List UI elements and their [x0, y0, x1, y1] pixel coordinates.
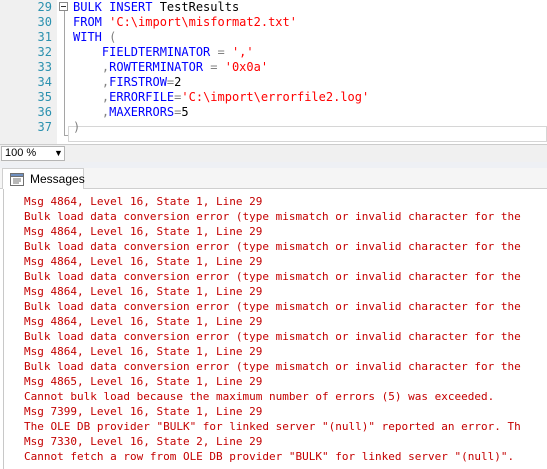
message-line: Bulk load data conversion error (type mi… — [24, 360, 521, 373]
code-line[interactable]: 36 ,MAXERRORS=5 — [0, 105, 547, 120]
code-token: 'C:\import\misformat2.txt' — [109, 15, 297, 29]
message-line: Msg 7399, Level 16, State 1, Line 29 — [24, 405, 263, 418]
message-line: Msg 4864, Level 16, State 1, Line 29 — [24, 255, 263, 268]
zoom-bar: 100 % ▼ — [0, 144, 547, 162]
code-line[interactable]: 34 ,FIRSTROW=2 — [0, 75, 547, 90]
messages-pane[interactable]: Msg 4864, Level 16, State 1, Line 29 Bulk… — [0, 189, 547, 469]
line-number: 36 — [37, 105, 52, 119]
code-text: ,MAXERRORS=5 — [73, 105, 189, 120]
code-line[interactable]: 37) — [0, 120, 547, 135]
line-number: 29 — [37, 0, 52, 14]
message-line: Bulk load data conversion error (type mi… — [24, 210, 521, 223]
code-text: ,ERRORFILE='C:\import\errorfile2.log' — [73, 90, 369, 105]
code-token: '0x0a' — [224, 60, 269, 74]
message-line: Bulk load data conversion error (type mi… — [24, 240, 521, 253]
code-token: MAXERRORS — [109, 105, 175, 119]
message-line: The OLE DB provider "BULK" for linked se… — [24, 420, 521, 433]
zoom-dropdown[interactable]: 100 % ▼ — [1, 146, 65, 161]
message-line: Msg 7330, Level 16, State 2, Line 29 — [24, 435, 263, 448]
message-line: Cannot bulk load because the maximum num… — [24, 390, 495, 403]
zoom-value: 100 % — [5, 147, 37, 159]
message-line: Msg 4864, Level 16, State 1, Line 29 — [24, 285, 263, 298]
code-text: FIELDTERMINATOR = ',' — [73, 45, 254, 60]
code-token: , — [73, 60, 110, 74]
code-token: 2 — [174, 75, 182, 89]
code-text: BULK INSERT TestResults — [73, 0, 239, 15]
code-token: ) — [73, 120, 81, 134]
code-line[interactable]: 35 ,ERRORFILE='C:\import\errorfile2.log' — [0, 90, 547, 105]
chevron-down-icon[interactable]: ▼ — [54, 147, 63, 160]
message-line: Msg 4864, Level 16, State 1, Line 29 — [24, 195, 263, 208]
code-token: FIELDTERMINATOR — [73, 45, 218, 59]
tab-messages[interactable]: Messages — [2, 168, 85, 189]
line-number: 33 — [37, 60, 52, 74]
code-token: , — [73, 105, 110, 119]
message-line: Bulk load data conversion error (type mi… — [24, 330, 521, 343]
line-number: 32 — [37, 45, 52, 59]
code-line[interactable]: 32 FIELDTERMINATOR = ',' — [0, 45, 547, 60]
message-line: Msg 4864, Level 16, State 1, Line 29 — [24, 225, 263, 238]
results-tab-strip: Messages — [0, 168, 547, 189]
code-token: FIRSTROW — [109, 75, 167, 89]
code-token: WITH — [73, 30, 110, 44]
code-text: FROM 'C:\import\misformat2.txt' — [73, 15, 297, 30]
code-token: = — [217, 45, 232, 59]
line-number: 35 — [37, 90, 52, 104]
code-line[interactable]: 29 BULK INSERT TestResults — [0, 0, 547, 15]
line-number: 37 — [37, 120, 52, 134]
message-line: Bulk load data conversion error (type mi… — [24, 270, 521, 283]
line-number: 31 — [37, 30, 52, 44]
message-line: Msg 4864, Level 16, State 1, Line 29 — [24, 315, 263, 328]
message-line: Msg 4865, Level 16, State 1, Line 29 — [24, 375, 263, 388]
code-token: ERRORFILE — [109, 90, 175, 104]
line-number: 30 — [37, 15, 52, 29]
message-line: Bulk load data conversion error (type mi… — [24, 300, 521, 313]
code-token: 5 — [181, 105, 189, 119]
code-token: 'C:\import\errorfile2.log' — [181, 90, 370, 104]
code-token: ( — [109, 30, 117, 44]
code-token: ROWTERMINATOR — [109, 60, 211, 74]
messages-tab-label: Messages — [30, 172, 85, 186]
line-number: 34 — [37, 75, 52, 89]
pane-left-edge — [3, 189, 4, 469]
code-line[interactable]: 31 WITH ( — [0, 30, 547, 45]
code-token: , — [73, 75, 110, 89]
code-token: BULK INSERT — [73, 0, 160, 14]
messages-icon — [10, 173, 24, 186]
code-text: ,FIRSTROW=2 — [73, 75, 182, 90]
message-line: Msg 4864, Level 16, State 1, Line 29 — [24, 345, 263, 358]
code-line[interactable]: 33 ,ROWTERMINATOR = '0x0a' — [0, 60, 547, 75]
code-text: ,ROWTERMINATOR = '0x0a' — [73, 60, 268, 75]
code-token: ',' — [231, 45, 254, 59]
code-token: TestResults — [159, 0, 240, 14]
code-text: WITH ( — [73, 30, 116, 45]
code-text: ) — [73, 120, 80, 135]
code-token: FROM — [73, 15, 110, 29]
query-editor[interactable]: 29 BULK INSERT TestResults 30 FROM 'C:\impo… — [0, 0, 547, 144]
code-token: , — [73, 90, 110, 104]
message-line: Cannot fetch a row from OLE DB provider … — [24, 450, 515, 463]
code-line[interactable]: 30 FROM 'C:\import\misformat2.txt' — [0, 15, 547, 30]
code-token: = — [210, 60, 225, 74]
